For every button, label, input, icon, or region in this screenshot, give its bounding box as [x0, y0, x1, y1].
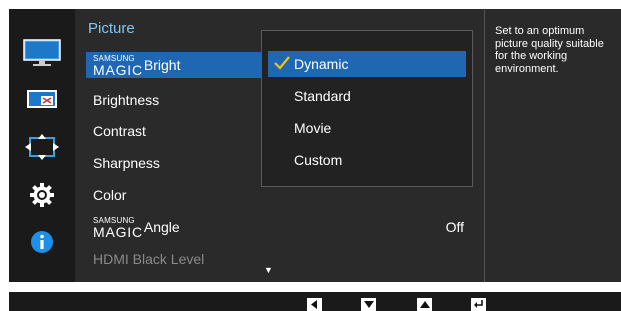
down-key-icon[interactable] [361, 298, 376, 311]
left-key-icon[interactable] [307, 298, 322, 311]
magic-bright-dropdown: Dynamic Standard Movie Custom [261, 30, 473, 187]
option-standard[interactable]: Standard [268, 83, 466, 109]
samsung-magic-logo: SAMSUNG MAGIC [93, 54, 143, 78]
menu-item-hdmi-black-level: HDMI Black Level [75, 246, 484, 272]
option-label: Custom [294, 152, 343, 168]
menu-item-label: Sharpness [93, 155, 160, 171]
samsung-magic-logo: SAMSUNG MAGIC [93, 216, 143, 240]
menu-item-label: HDMI Black Level [93, 251, 205, 267]
resize-icon[interactable] [9, 132, 75, 162]
menu-item-label: Color [93, 187, 127, 203]
checkmark-icon [274, 56, 290, 70]
info-icon[interactable] [9, 227, 75, 257]
help-text: Set to an optimum picture quality suitab… [495, 25, 604, 75]
menu-item-magic-angle[interactable]: SAMSUNG MAGIC Angle Off [75, 214, 484, 240]
menu-title: Picture [88, 20, 135, 37]
icon-rail [9, 9, 75, 282]
menu-item-magic-bright[interactable]: SAMSUNG MAGIC Bright [86, 52, 261, 78]
menu-item-value: Off [445, 219, 464, 235]
monitor-icon[interactable] [9, 38, 75, 68]
pip-icon[interactable] [9, 84, 75, 114]
option-custom[interactable]: Custom [268, 147, 466, 173]
option-label: Standard [294, 88, 351, 104]
enter-key-icon[interactable] [471, 298, 486, 311]
gear-icon[interactable] [9, 180, 75, 210]
key-guide-bar [9, 292, 621, 311]
up-key-icon[interactable] [417, 298, 432, 311]
menu-item-label: Bright [143, 57, 181, 73]
help-panel: Set to an optimum picture quality suitab… [484, 9, 621, 282]
option-label: Movie [294, 120, 332, 136]
option-label: Dynamic [294, 56, 349, 72]
menu-item-label: Brightness [93, 92, 160, 108]
option-dynamic[interactable]: Dynamic [268, 51, 466, 77]
menu-item-label: Contrast [93, 123, 146, 139]
menu-item-label: Angle [143, 219, 180, 235]
option-movie[interactable]: Movie [268, 115, 466, 141]
scroll-down-icon[interactable]: ▼ [264, 265, 273, 275]
